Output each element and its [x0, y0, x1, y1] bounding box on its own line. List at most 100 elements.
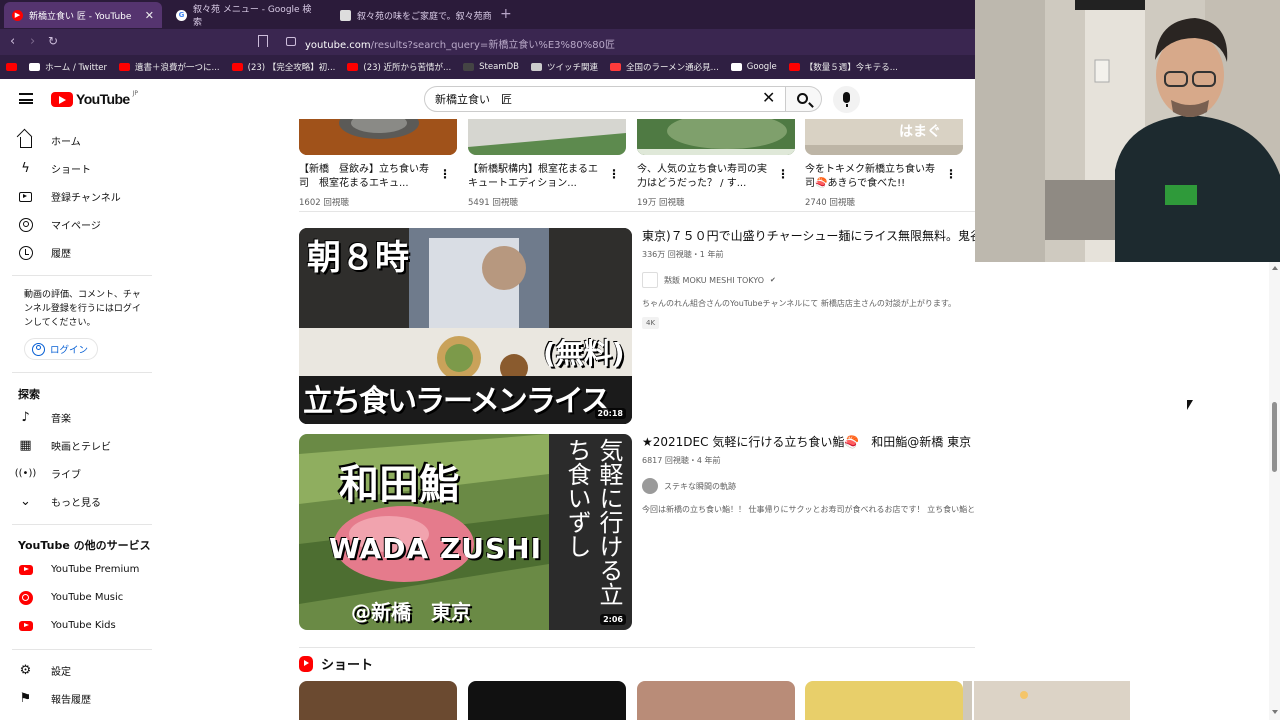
bookmark-item[interactable]: ツイッチ関連	[530, 61, 598, 73]
menu-icon[interactable]	[19, 93, 33, 104]
sidebar-item-movies[interactable]: ▦ 映画とテレビ	[18, 438, 111, 453]
forward-icon[interactable]: ›	[30, 34, 35, 49]
bookmark-item[interactable]: SteamDB	[463, 62, 519, 72]
sidebar-item-history[interactable]: 履歴	[18, 245, 71, 260]
sidebar-item-live[interactable]: ((•)) ライブ	[14, 466, 81, 481]
sidebar-item-label: ショート	[51, 165, 91, 176]
bookmark-label: (23) 【完全攻略】初...	[247, 63, 336, 73]
sidebar-item-shorts[interactable]: ϟ ショート	[18, 161, 91, 176]
video-title[interactable]: 【新橋 昼飲み】立ち食い寿司 根室花まるエキュ...	[299, 163, 437, 191]
video-description: ちゃんのれん組合さんのYouTubeチャンネルにて 新橋店店主さんの対談が上がり…	[642, 299, 957, 308]
bookmark-item[interactable]: Google	[730, 62, 777, 72]
video-thumbnail[interactable]	[637, 119, 795, 155]
sidebar-item-report-history[interactable]: ⚑ 報告履歴	[18, 691, 91, 706]
site-info-icon[interactable]	[286, 37, 296, 46]
sidebar-item-more[interactable]: ⌄ もっと見る	[18, 494, 101, 509]
tab-title: 叙々苑の味をご家庭で。叙々苑商品販	[357, 11, 492, 22]
browser-tab-jojoen[interactable]: 叙々苑の味をご家庭で。叙々苑商品販	[332, 3, 492, 27]
bookmark-item[interactable]: 遺書＋浪費が一つに...	[119, 61, 220, 73]
channel-avatar[interactable]	[642, 478, 658, 494]
more-vert-icon[interactable]: ⋮	[777, 167, 789, 181]
close-tab-icon[interactable]: ✕	[145, 9, 154, 22]
voice-search-button[interactable]	[833, 86, 860, 113]
video-meta: 336万 回視聴・1 年前	[642, 250, 724, 259]
more-vert-icon[interactable]: ⋮	[608, 167, 620, 181]
youtube-icon	[231, 63, 243, 71]
sidebar-item-premium[interactable]: YouTube Premium	[18, 562, 139, 577]
short-thumbnail[interactable]	[805, 681, 963, 720]
short-thumbnail[interactable]	[637, 681, 795, 720]
video-info: ★2021DEC 気軽に行ける立ち食い鮨🍣 和田鮨@新橋 東京 6817 回視聴…	[642, 434, 975, 515]
back-icon[interactable]: ‹	[10, 34, 15, 49]
page-scrollbar[interactable]	[1269, 262, 1280, 720]
thumbnail-text: @新橋 東京	[351, 600, 471, 624]
search-button[interactable]	[786, 86, 822, 112]
short-thumbnail[interactable]	[974, 681, 1130, 720]
video-title[interactable]: 今、人気の立ち食い寿司の実力はどうだった？ / す...	[637, 163, 775, 191]
bookmark-item[interactable]	[6, 63, 17, 71]
thumbnail-text: はまぐ	[899, 124, 941, 140]
bookmark-item[interactable]: (23) 近所から苦情が...	[347, 61, 451, 73]
sidebar-item-label: YouTube Kids	[51, 620, 116, 631]
youtube-premium-icon	[18, 564, 33, 575]
browser-tab-google[interactable]: G 叙々苑 メニュー - Google 検索	[168, 3, 326, 28]
video-title[interactable]: 【新橋駅構内】根室花まるエキュートエディション...	[468, 163, 606, 191]
thumbnail-text: 和田鮨	[339, 462, 459, 508]
bookmark-item[interactable]: ホーム / Twitter	[29, 61, 107, 73]
more-vert-icon[interactable]: ⋮	[945, 167, 957, 181]
scrollbar-thumb[interactable]	[1272, 402, 1277, 472]
sidebar-item-label: 音楽	[51, 414, 71, 425]
sidebar-item-music-app[interactable]: YouTube Music	[18, 590, 123, 605]
video-title[interactable]: ★2021DEC 気軽に行ける立ち食い鮨🍣 和田鮨@新橋 東京	[642, 434, 975, 451]
video-card[interactable]: 【新橋 昼飲み】立ち食い寿司 根室花まるエキュ... 1602 回視聴 ⋮	[299, 119, 457, 208]
bookmark-icon[interactable]	[258, 35, 268, 47]
sidebar-item-settings[interactable]: ⚙ 設定	[18, 663, 71, 678]
channel-name[interactable]: 黙飯 MOKU MESHI TOKYO	[664, 275, 764, 286]
sidebar-item-kids[interactable]: YouTube Kids	[18, 618, 116, 633]
channel-row[interactable]: 黙飯 MOKU MESHI TOKYO ✔	[642, 272, 975, 288]
video-card[interactable]: 今、人気の立ち食い寿司の実力はどうだった？ / す... 19万 回視聴 ⋮	[637, 119, 795, 208]
sidebar-item-you[interactable]: マイページ	[18, 217, 101, 232]
video-thumbnail[interactable]: 朝８時 (無料) 立ち食いラーメンライス 20:18	[299, 228, 632, 424]
sidebar-item-subscriptions[interactable]: 登録チャンネル	[18, 189, 121, 204]
video-thumbnail[interactable]: 和田鮨 WADA ZUSHI @新橋 東京 気軽に行ける立ち食いずし 2:06	[299, 434, 632, 630]
video-thumbnail[interactable]	[468, 119, 626, 155]
video-thumbnail[interactable]	[299, 119, 457, 155]
short-thumbnail[interactable]	[963, 681, 972, 720]
browser-tab-youtube[interactable]: ▶ 新橋立食い 匠 - YouTube ✕	[4, 2, 162, 28]
video-title[interactable]: 東京)７５０円で山盛りチャーシュー麺にライス無限無料。鬼谷ン店	[642, 228, 975, 245]
url-field[interactable]: youtube.com/results?search_query=新橋立食い%E…	[305, 36, 615, 51]
bookmark-label: 【数量５週】今キテる...	[804, 63, 898, 73]
video-card[interactable]: はまぐ 今をトキメク新橋立ち食い寿司🍣あきらで食べた!! 2740 回視聴 ⋮	[805, 119, 963, 208]
video-card[interactable]: 【新橋駅構内】根室花まるエキュートエディション... 5491 回視聴 ⋮	[468, 119, 626, 208]
clear-search-icon[interactable]: ✕	[762, 90, 775, 106]
bookmark-item[interactable]: (23) 【完全攻略】初...	[231, 61, 336, 73]
sidebar-item-label: 履歴	[51, 249, 71, 260]
scroll-up-icon[interactable]	[1272, 266, 1278, 270]
sidebar-item-label: 登録チャンネル	[51, 193, 121, 204]
login-label: ログイン	[50, 345, 89, 356]
video-info: 東京)７５０円で山盛りチャーシュー麺にライス無限無料。鬼谷ン店 336万 回視聴…	[642, 228, 975, 329]
live-icon: ((•))	[14, 468, 37, 479]
sidebar-item-music[interactable]: ♪ 音楽	[18, 410, 71, 425]
short-thumbnail[interactable]	[299, 681, 457, 720]
sidebar-item-home[interactable]: ホーム	[18, 133, 81, 148]
bookmark-item[interactable]: 【数量５週】今キテる...	[788, 61, 898, 73]
short-thumbnail[interactable]	[468, 681, 626, 720]
reload-icon[interactable]: ↻	[48, 34, 58, 48]
video-thumbnail[interactable]: はまぐ	[805, 119, 963, 155]
channel-name[interactable]: ステキな瞬間の軌跡	[664, 481, 736, 492]
login-button[interactable]: ログイン	[24, 338, 98, 360]
channel-row[interactable]: ステキな瞬間の軌跡	[642, 478, 975, 494]
channel-avatar[interactable]	[642, 272, 658, 288]
thumbnail-text: (無料)	[543, 337, 625, 370]
search-input[interactable]	[435, 87, 755, 111]
new-tab-button[interactable]: +	[500, 6, 512, 22]
account-icon	[32, 342, 45, 356]
youtube-logo[interactable]: YouTube JP	[51, 90, 138, 107]
more-vert-icon[interactable]: ⋮	[439, 167, 451, 181]
video-title[interactable]: 今をトキメク新橋立ち食い寿司🍣あきらで食べた!!	[805, 163, 943, 191]
bookmark-item[interactable]: 全国のラーメン通必見...	[610, 61, 719, 73]
youtube-icon	[119, 63, 131, 71]
scroll-down-icon[interactable]	[1272, 710, 1278, 714]
